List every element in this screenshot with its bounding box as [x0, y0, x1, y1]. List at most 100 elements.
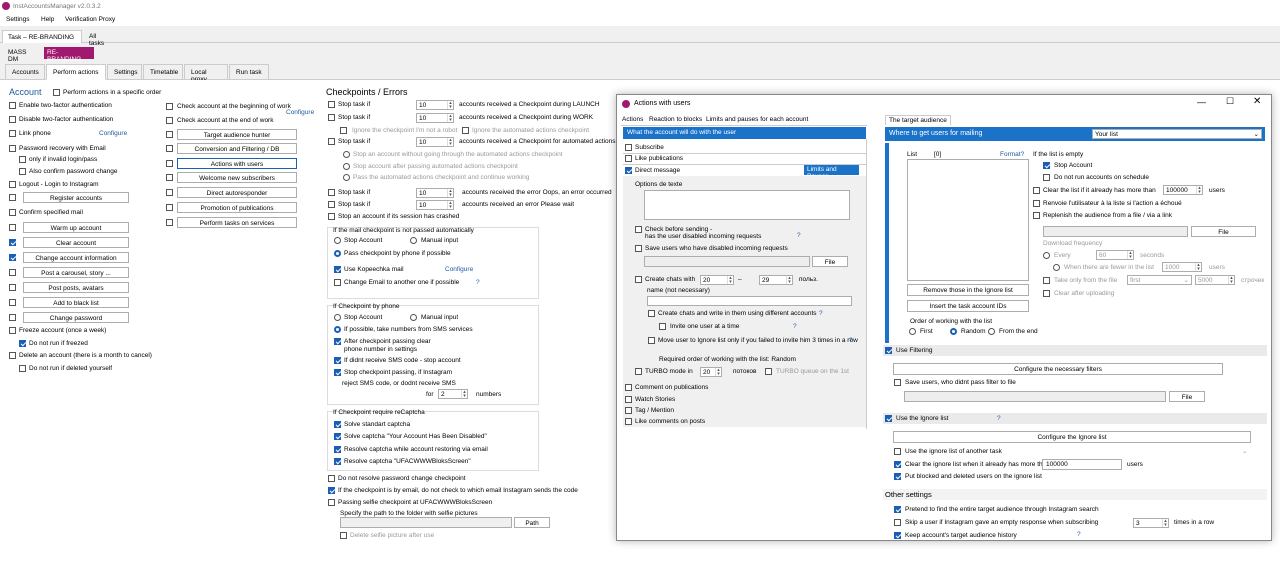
- middle-action-button[interactable]: Perform tasks on services: [177, 217, 297, 228]
- use-ignore-checkbox[interactable]: [885, 415, 892, 422]
- account-action-button[interactable]: Clear account: [23, 237, 129, 248]
- account-option-checkbox[interactable]: [9, 314, 16, 321]
- tab-run-task[interactable]: Run task: [229, 64, 269, 80]
- turbo-spinner[interactable]: 20 ▴ ▾: [700, 367, 722, 377]
- config-ignore-button[interactable]: Configure the Ignore list: [893, 431, 1251, 443]
- stop-session-checkbox[interactable]: [328, 213, 335, 220]
- account-option-checkbox[interactable]: [19, 168, 26, 175]
- account-action-button[interactable]: Change password: [23, 312, 129, 323]
- account-action-button[interactable]: Add to black list: [23, 297, 129, 308]
- tab-accounts[interactable]: Accounts: [5, 64, 45, 80]
- stop-auto-checkbox[interactable]: [328, 138, 335, 145]
- tab-task-rebranding[interactable]: Task – RE-BRANDING: [2, 30, 82, 43]
- tab-local-proxy[interactable]: Local proxy: [184, 64, 228, 83]
- resolve-email-checkbox[interactable]: [334, 446, 341, 453]
- link-phone-configure-link[interactable]: Configure: [99, 130, 127, 137]
- remove-ignore-button[interactable]: Remove those in the Ignore list: [907, 284, 1029, 296]
- tag-mention-checkbox[interactable]: [625, 407, 632, 414]
- account-option-checkbox[interactable]: [9, 284, 16, 291]
- check-before-help[interactable]: ?: [797, 232, 801, 239]
- subscribe-checkbox[interactable]: [625, 144, 632, 151]
- tab-settings[interactable]: Settings: [107, 64, 142, 80]
- no-sms-checkbox[interactable]: [334, 357, 341, 364]
- minimize-icon[interactable]: —: [1197, 97, 1206, 107]
- check-begin-checkbox[interactable]: [166, 103, 173, 110]
- phone-manual-radio[interactable]: [410, 314, 417, 321]
- opt-stop-without-radio[interactable]: [343, 151, 350, 158]
- clear-after-checkbox[interactable]: [1043, 290, 1050, 297]
- account-option-checkbox[interactable]: [9, 194, 16, 201]
- middle-option-checkbox[interactable]: [166, 204, 173, 211]
- tab-perform-actions[interactable]: Perform actions: [46, 64, 106, 80]
- save-users-file-button[interactable]: File: [812, 256, 848, 267]
- stop-launch-checkbox[interactable]: [328, 101, 335, 108]
- every-spinner[interactable]: 60 ▴ ▾: [1096, 250, 1134, 260]
- order-random-radio[interactable]: [950, 328, 957, 335]
- where-users-select[interactable]: Your list ⌄: [1092, 129, 1262, 139]
- stop-work-spinner[interactable]: 10 ▴ ▾: [416, 113, 454, 123]
- save-users-path[interactable]: [644, 256, 810, 267]
- middle-option-checkbox[interactable]: [166, 189, 173, 196]
- stop-oops-spinner[interactable]: 10 ▴ ▾: [416, 188, 454, 198]
- ignore-auto-checkbox[interactable]: [462, 127, 469, 134]
- limits-pauses-button[interactable]: Limits and Pauses: [804, 165, 859, 180]
- every-radio[interactable]: [1043, 252, 1050, 259]
- solve-disabled-checkbox[interactable]: [334, 433, 341, 440]
- use-ignore-help[interactable]: ?: [997, 415, 1001, 422]
- solve-std-checkbox[interactable]: [334, 421, 341, 428]
- move-ignore-help[interactable]: ?: [849, 337, 853, 344]
- stop-passing-checkbox[interactable]: [334, 369, 341, 376]
- save-no-filter-path[interactable]: [904, 391, 1166, 402]
- stop-wait-spinner[interactable]: 10 ▴ ▾: [416, 200, 454, 210]
- empty-stop-checkbox[interactable]: [1043, 162, 1050, 169]
- pretend-checkbox[interactable]: [894, 506, 901, 513]
- account-action-button[interactable]: Register accounts: [23, 192, 129, 203]
- users-list-textarea[interactable]: [907, 159, 1029, 281]
- mail-manual-radio[interactable]: [410, 237, 417, 244]
- middle-option-checkbox[interactable]: [166, 160, 173, 167]
- renvoie-checkbox[interactable]: [1033, 200, 1040, 207]
- middle-action-button[interactable]: Promotion of publications: [177, 202, 297, 213]
- close-icon[interactable]: ✕: [1253, 96, 1261, 107]
- change-email-checkbox[interactable]: [334, 279, 341, 286]
- perform-specific-checkbox[interactable]: [53, 89, 60, 96]
- put-blocked-checkbox[interactable]: [894, 473, 901, 480]
- replenish-checkbox[interactable]: [1033, 212, 1040, 219]
- account-option-checkbox[interactable]: [9, 224, 16, 231]
- dlg-tab-target-audience[interactable]: The target audience: [885, 115, 951, 125]
- account-option-checkbox[interactable]: [9, 181, 16, 188]
- clear-more-spinner[interactable]: 100000 ▴ ▾: [1163, 185, 1203, 195]
- turbo-checkbox[interactable]: [635, 368, 642, 375]
- account-option-checkbox[interactable]: [9, 102, 16, 109]
- middle-option-checkbox[interactable]: [166, 145, 173, 152]
- selfie-checkbox[interactable]: [328, 499, 335, 506]
- fewer-radio[interactable]: [1053, 264, 1060, 271]
- format-link[interactable]: Format?: [1000, 151, 1024, 158]
- phone-stop-radio[interactable]: [334, 314, 341, 321]
- chat-name-input[interactable]: [647, 296, 852, 306]
- maximize-icon[interactable]: ☐: [1226, 96, 1234, 107]
- keep-history-help[interactable]: ?: [1077, 531, 1081, 538]
- check-before-checkbox[interactable]: [635, 226, 642, 233]
- account-option-checkbox[interactable]: [9, 269, 16, 276]
- tab-timetable[interactable]: Timetable: [143, 64, 183, 80]
- invite-one-help[interactable]: ?: [793, 323, 797, 330]
- middle-action-button[interactable]: Welcome new subscribers: [177, 172, 297, 183]
- phone-take-numbers-radio[interactable]: [334, 326, 341, 333]
- mail-stop-radio[interactable]: [334, 237, 341, 244]
- take-only-select[interactable]: first ⌄: [1127, 275, 1192, 285]
- skip-user-checkbox[interactable]: [894, 519, 901, 526]
- opt-pass-continue-radio[interactable]: [343, 174, 350, 181]
- use-filtering-checkbox[interactable]: [885, 347, 892, 354]
- account-action-button[interactable]: Post a carousel, story ...: [23, 267, 129, 278]
- config-filters-button[interactable]: Configure the necessary filters: [893, 363, 1223, 375]
- message-text-area[interactable]: [644, 190, 850, 220]
- chats-to-spinner[interactable]: 29 ▴ ▾: [759, 275, 793, 285]
- use-kopeechka-checkbox[interactable]: [334, 266, 341, 273]
- replenish-path[interactable]: [1043, 226, 1188, 237]
- ignore-robot-checkbox[interactable]: [340, 127, 347, 134]
- account-action-button[interactable]: Warm up account: [23, 222, 129, 233]
- like-pub-checkbox[interactable]: [625, 155, 632, 162]
- middle-action-button[interactable]: Target audience hunter: [177, 129, 297, 140]
- rebranding-badge[interactable]: RE-BRANDING: [44, 47, 94, 63]
